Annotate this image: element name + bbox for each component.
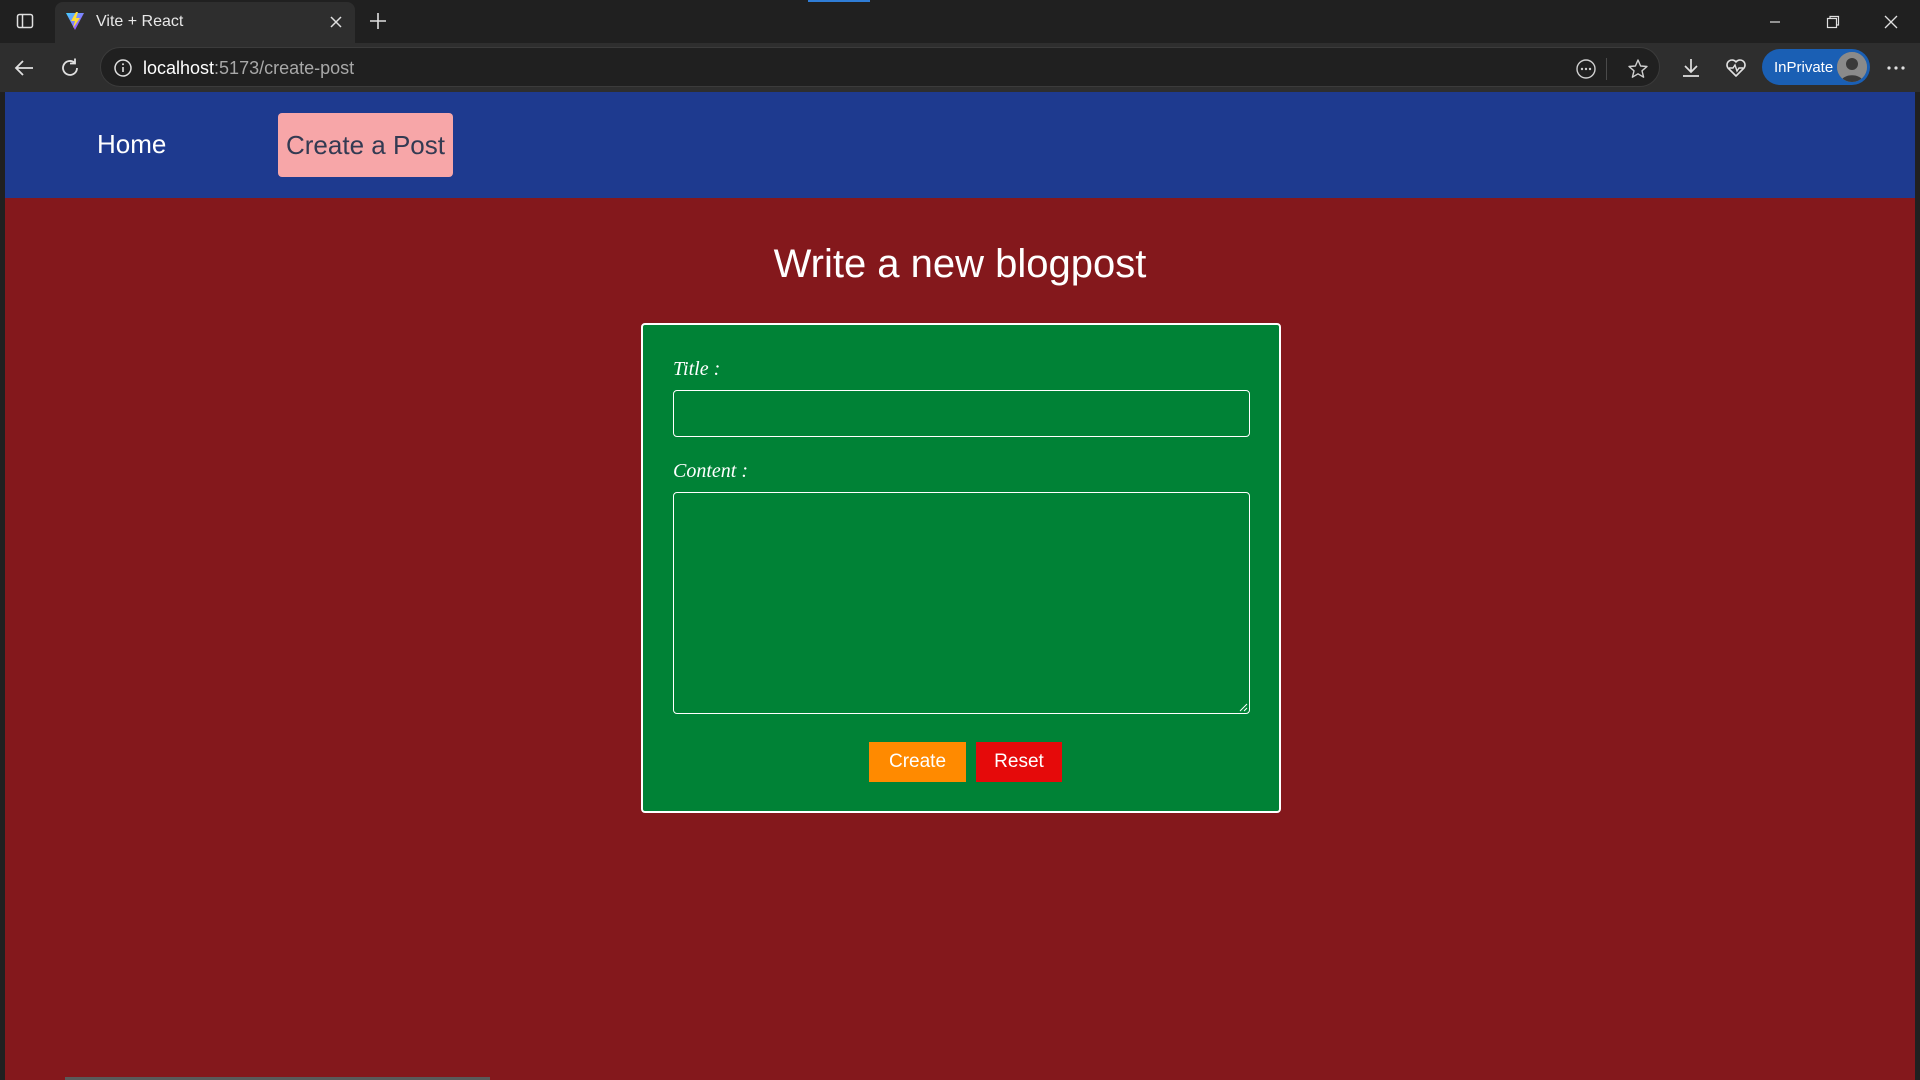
new-tab-button[interactable] — [364, 7, 392, 35]
nav-create-post-link[interactable]: Create a Post — [278, 113, 453, 177]
plus-icon — [370, 13, 386, 29]
refresh-icon — [62, 58, 78, 76]
content-label: Content : — [673, 460, 748, 482]
vite-icon — [66, 12, 84, 30]
inprivate-profile-button[interactable]: InPrivate — [1762, 49, 1870, 85]
close-icon — [1884, 15, 1898, 28]
browser-toolbar: localhost:5173/create-post InPrivate — [0, 43, 1920, 92]
page-viewport: Home Create a Post Write a new blogpost … — [5, 92, 1915, 1080]
minimize-icon — [1770, 20, 1780, 23]
browser-tab[interactable]: Vite + React — [55, 2, 355, 43]
restore-icon — [1826, 15, 1840, 28]
ellipsis-icon — [1887, 66, 1905, 70]
create-post-form: Title : Content : Create Reset — [641, 323, 1281, 813]
back-button[interactable] — [9, 53, 39, 83]
settings-menu-button[interactable] — [1882, 54, 1910, 82]
create-button[interactable]: Create — [869, 742, 966, 782]
page-title: Write a new blogpost — [773, 242, 1147, 286]
url-path: :5173/create-post — [214, 58, 355, 78]
url-text[interactable]: localhost:5173/create-post — [143, 58, 354, 79]
restore-button[interactable] — [1804, 0, 1862, 43]
browser-essentials-button[interactable] — [1722, 54, 1750, 82]
title-label: Title : — [673, 358, 721, 380]
inprivate-label: InPrivate — [1774, 58, 1834, 76]
user-icon — [1837, 52, 1867, 82]
info-icon[interactable] — [113, 58, 133, 78]
address-divider — [1606, 58, 1607, 80]
more-circle-icon — [1576, 59, 1596, 79]
reset-button[interactable]: Reset — [976, 742, 1062, 782]
heart-pulse-icon — [1726, 59, 1746, 77]
tab-actions-button[interactable] — [10, 8, 40, 34]
favorite-button[interactable] — [1625, 56, 1651, 82]
close-window-button[interactable] — [1862, 0, 1920, 43]
refresh-button[interactable] — [55, 53, 85, 83]
url-host: localhost — [143, 58, 215, 78]
reading-mode-button[interactable] — [1573, 56, 1599, 82]
site-navbar: Home Create a Post — [5, 92, 1915, 198]
nav-home-link[interactable]: Home — [75, 112, 188, 176]
close-icon — [330, 16, 342, 28]
tab-close-button[interactable] — [325, 11, 347, 33]
star-icon — [1628, 59, 1648, 78]
minimize-button[interactable] — [1746, 0, 1804, 43]
back-arrow-icon — [14, 60, 33, 76]
downloads-button[interactable] — [1677, 54, 1705, 82]
tab-actions-icon — [16, 13, 34, 29]
avatar — [1837, 52, 1867, 82]
tab-title: Vite + React — [96, 13, 184, 30]
content-textarea[interactable] — [673, 492, 1250, 714]
browser-titlebar: Vite + React — [0, 0, 1920, 43]
address-bar[interactable]: localhost:5173/create-post — [100, 47, 1660, 87]
title-input[interactable] — [673, 390, 1250, 437]
resize-grip-icon[interactable] — [1238, 702, 1248, 712]
download-icon — [1683, 59, 1699, 77]
drag-indicator — [808, 0, 870, 2]
